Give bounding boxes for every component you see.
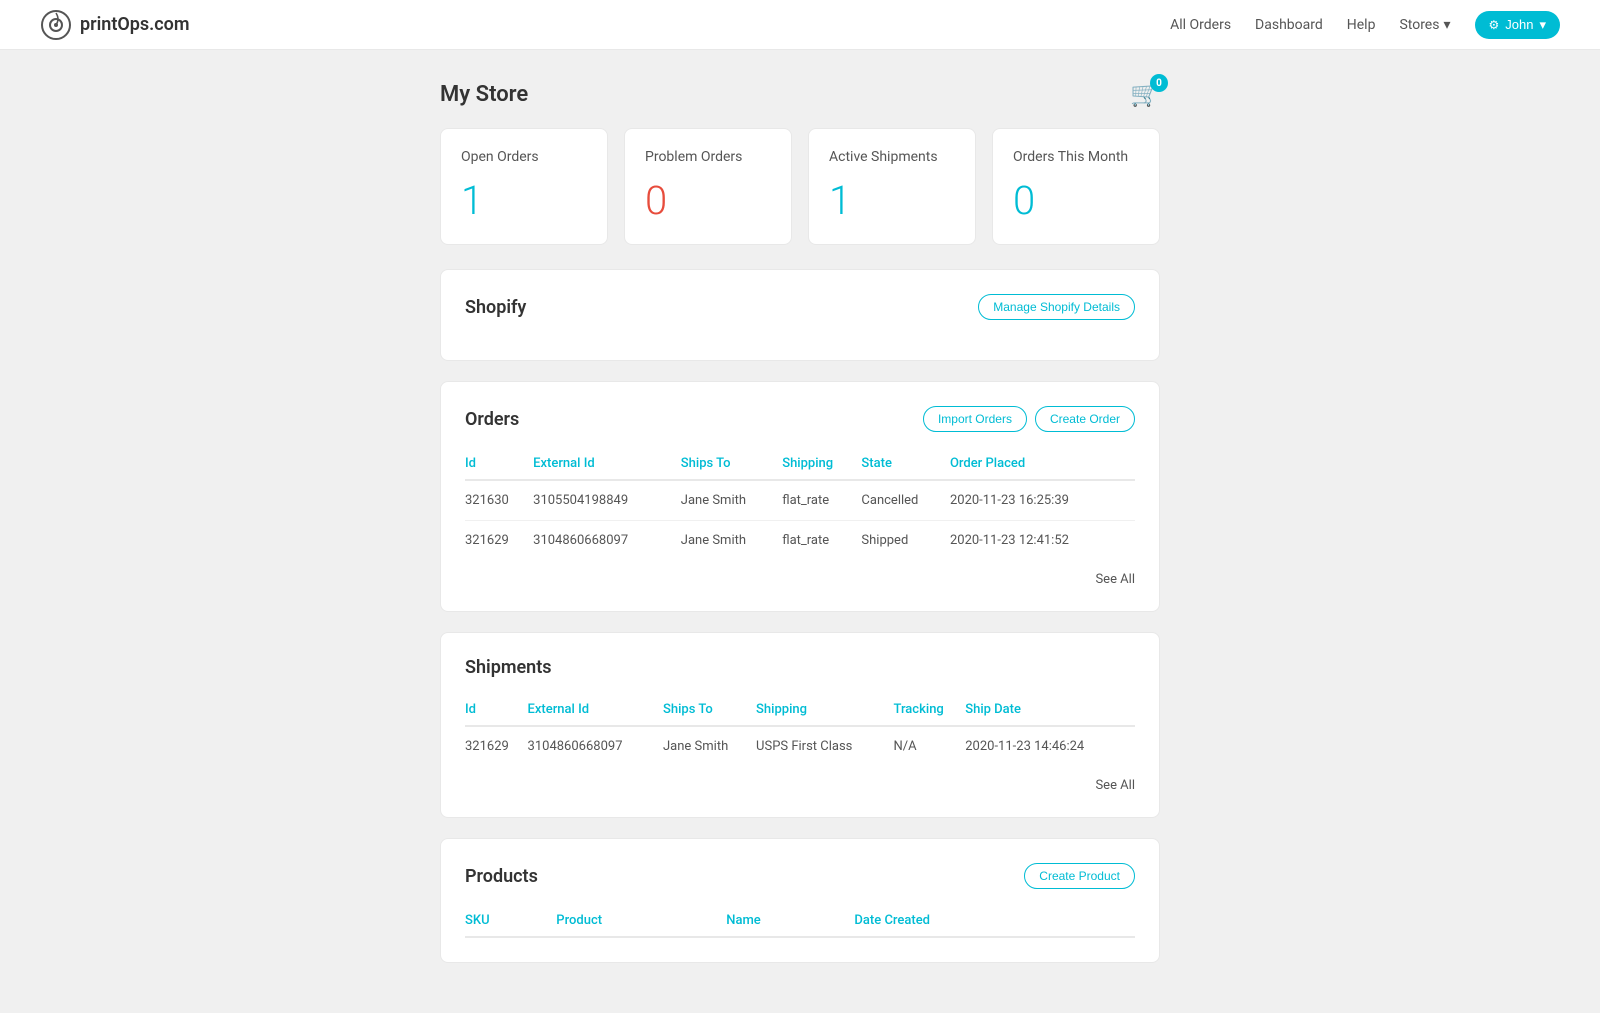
nav-all-orders[interactable]: All Orders (1170, 17, 1231, 33)
products-table-head: SKU Product Name Date Created (465, 905, 1135, 937)
shipment-1-id: 321629 (465, 726, 528, 766)
order-2-id: 321629 (465, 521, 533, 561)
orders-col-shipping: Shipping (782, 448, 861, 480)
shipments-col-ships-to: Ships To (663, 694, 756, 726)
shipments-header: Shipments (465, 657, 1135, 678)
stat-orders-this-month-value: 0 (1013, 177, 1139, 224)
brand-name: printOps.com (80, 14, 190, 35)
orders-header: Orders Import Orders Create Order (465, 406, 1135, 432)
order-1-shipping: flat_rate (782, 480, 861, 521)
order-1-id: 321630 (465, 480, 533, 521)
shipment-1-ships-to: Jane Smith (663, 726, 756, 766)
order-1-state: Cancelled (861, 480, 950, 521)
stat-open-orders-value: 1 (461, 177, 587, 224)
products-title: Products (465, 866, 538, 887)
shipments-col-shipping: Shipping (756, 694, 893, 726)
orders-table-head: Id External Id Ships To Shipping State O… (465, 448, 1135, 480)
shipments-col-tracking: Tracking (893, 694, 965, 726)
orders-section: Orders Import Orders Create Order Id Ext… (440, 381, 1160, 612)
orders-col-state: State (861, 448, 950, 480)
order-2-state: Shipped (861, 521, 950, 561)
order-2-order-placed: 2020-11-23 12:41:52 (950, 521, 1135, 561)
stat-open-orders[interactable]: Open Orders 1 (440, 128, 608, 245)
import-orders-button[interactable]: Import Orders (923, 406, 1027, 432)
manage-shopify-button[interactable]: Manage Shopify Details (978, 294, 1135, 320)
orders-title: Orders (465, 409, 519, 430)
user-dropdown-arrow-icon: ▾ (1539, 17, 1546, 33)
brand-logo (40, 9, 72, 41)
order-1-order-placed: 2020-11-23 16:25:39 (950, 480, 1135, 521)
stat-problem-orders[interactable]: Problem Orders 0 (624, 128, 792, 245)
order-row-1[interactable]: 321630 3105504198849 Jane Smith flat_rat… (465, 480, 1135, 521)
page-title: My Store (440, 82, 528, 107)
cart-badge: 0 (1150, 74, 1168, 92)
products-col-product: Product (556, 905, 726, 937)
order-row-2[interactable]: 321629 3104860668097 Jane Smith flat_rat… (465, 521, 1135, 561)
user-menu-button[interactable]: ⚙ John ▾ (1475, 11, 1561, 39)
shipment-1-ship-date: 2020-11-23 14:46:24 (965, 726, 1135, 766)
orders-table: Id External Id Ships To Shipping State O… (465, 448, 1135, 560)
orders-col-id: Id (465, 448, 533, 480)
shipments-section: Shipments Id External Id Ships To Shippi… (440, 632, 1160, 818)
nav-help[interactable]: Help (1347, 17, 1376, 33)
products-table: SKU Product Name Date Created (465, 905, 1135, 938)
stat-problem-orders-value: 0 (645, 177, 771, 224)
shipment-1-shipping: USPS First Class (756, 726, 893, 766)
shipments-table-head: Id External Id Ships To Shipping Trackin… (465, 694, 1135, 726)
orders-table-body: 321630 3105504198849 Jane Smith flat_rat… (465, 480, 1135, 560)
cart-button[interactable]: 🛒 0 (1130, 80, 1160, 108)
user-name: John (1505, 17, 1533, 32)
main-content: My Store 🛒 0 Open Orders 1 Problem Order… (420, 50, 1180, 1013)
stat-active-shipments-label: Active Shipments (829, 149, 955, 165)
orders-col-ships-to: Ships To (681, 448, 782, 480)
create-order-button[interactable]: Create Order (1035, 406, 1135, 432)
shopify-title: Shopify (465, 297, 526, 318)
nav-dashboard[interactable]: Dashboard (1255, 17, 1323, 33)
products-section: Products Create Product SKU Product Name… (440, 838, 1160, 963)
stat-open-orders-label: Open Orders (461, 149, 587, 165)
orders-actions: Import Orders Create Order (923, 406, 1135, 432)
create-product-button[interactable]: Create Product (1024, 863, 1135, 889)
shipment-row-1[interactable]: 321629 3104860668097 Jane Smith USPS Fir… (465, 726, 1135, 766)
order-1-external-id: 3105504198849 (533, 480, 681, 521)
dropdown-arrow-icon: ▾ (1443, 17, 1450, 33)
stat-active-shipments-value: 1 (829, 177, 955, 224)
shipment-1-tracking: N/A (893, 726, 965, 766)
products-header: Products Create Product (465, 863, 1135, 889)
products-col-name: Name (726, 905, 854, 937)
shipments-col-external-id: External Id (528, 694, 663, 726)
orders-see-all[interactable]: See All (465, 572, 1135, 587)
stat-problem-orders-label: Problem Orders (645, 149, 771, 165)
order-2-shipping: flat_rate (782, 521, 861, 561)
shipments-title: Shipments (465, 657, 552, 678)
shipments-col-ship-date: Ship Date (965, 694, 1135, 726)
stat-active-shipments[interactable]: Active Shipments 1 (808, 128, 976, 245)
stat-orders-this-month-label: Orders This Month (1013, 149, 1139, 165)
stats-grid: Open Orders 1 Problem Orders 0 Active Sh… (440, 128, 1160, 245)
shipment-1-external-id: 3104860668097 (528, 726, 663, 766)
products-col-sku: SKU (465, 905, 556, 937)
shopify-header: Shopify Manage Shopify Details (465, 294, 1135, 320)
nav-links: All Orders Dashboard Help Stores ▾ ⚙ Joh… (1170, 11, 1560, 39)
shipments-see-all[interactable]: See All (465, 778, 1135, 793)
shipments-table-body: 321629 3104860668097 Jane Smith USPS Fir… (465, 726, 1135, 766)
orders-col-external-id: External Id (533, 448, 681, 480)
orders-col-order-placed: Order Placed (950, 448, 1135, 480)
order-1-ships-to: Jane Smith (681, 480, 782, 521)
stores-label: Stores (1399, 17, 1439, 33)
order-2-external-id: 3104860668097 (533, 521, 681, 561)
order-2-ships-to: Jane Smith (681, 521, 782, 561)
navbar: printOps.com All Orders Dashboard Help S… (0, 0, 1600, 50)
gear-icon: ⚙ (1489, 18, 1500, 32)
shopify-section: Shopify Manage Shopify Details (440, 269, 1160, 361)
brand: printOps.com (40, 9, 190, 41)
stat-orders-this-month[interactable]: Orders This Month 0 (992, 128, 1160, 245)
nav-stores-dropdown[interactable]: Stores ▾ (1399, 17, 1450, 33)
shipments-table: Id External Id Ships To Shipping Trackin… (465, 694, 1135, 766)
page-header: My Store 🛒 0 (440, 80, 1160, 108)
shipments-col-id: Id (465, 694, 528, 726)
products-col-date-created: Date Created (854, 905, 1135, 937)
